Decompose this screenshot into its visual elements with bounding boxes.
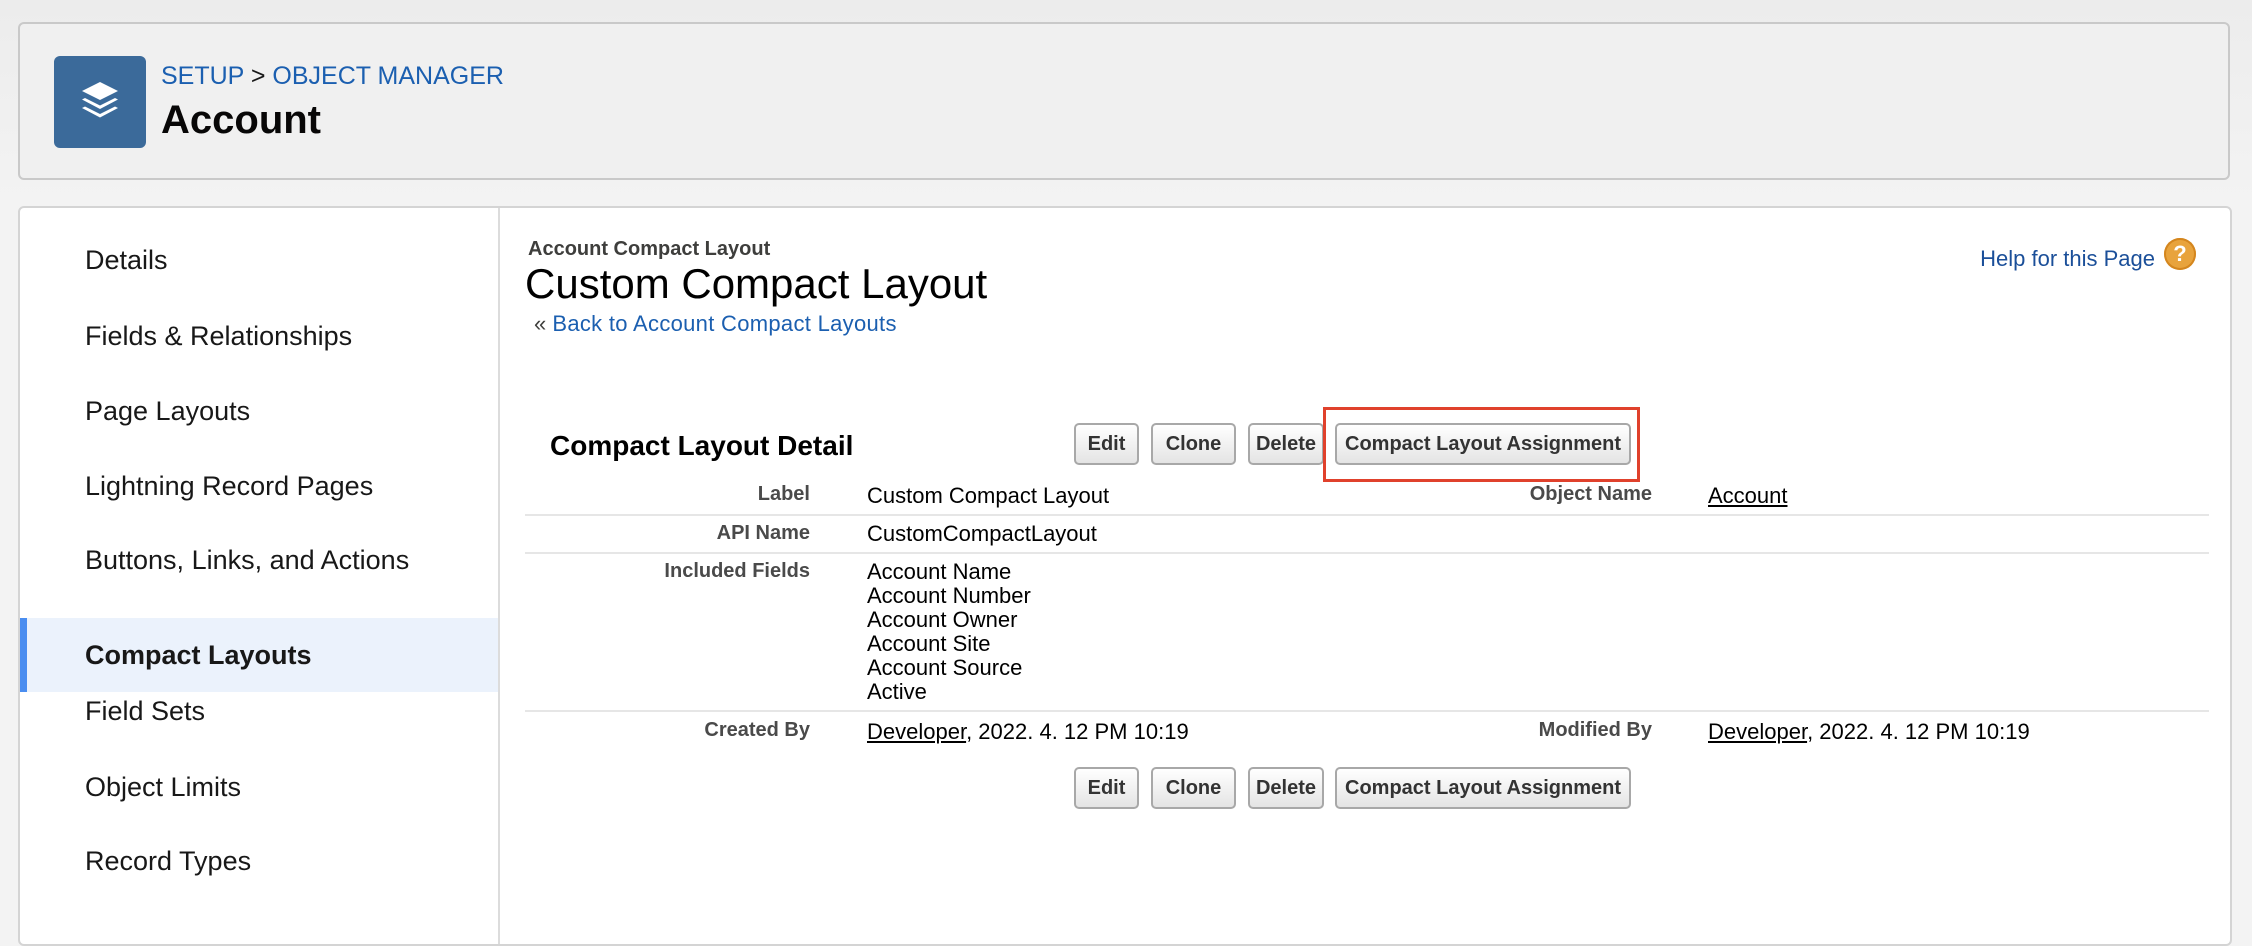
main-panel: Details Fields & Relationships Page Layo…: [18, 206, 2232, 946]
modified-by-user-link[interactable]: Developer: [1708, 719, 1807, 744]
highlight-box: [1323, 407, 1640, 482]
sidebar-item-object-limits[interactable]: Object Limits: [20, 750, 498, 824]
back-prefix: «: [534, 311, 547, 336]
back-link-container: « Back to Account Compact Layouts: [534, 311, 897, 337]
list-item: Account Number: [867, 583, 1031, 608]
sidebar-item-page-layouts[interactable]: Page Layouts: [20, 374, 498, 448]
breadcrumb-object-manager-link[interactable]: OBJECT MANAGER: [272, 62, 504, 90]
sidebar-item-field-sets[interactable]: Field Sets: [20, 674, 498, 748]
edit-button[interactable]: Edit: [1074, 423, 1139, 465]
breadcrumb-separator: >: [250, 62, 266, 90]
modified-by-date: , 2022. 4. 12 PM 10:19: [1807, 719, 2030, 744]
clone-button[interactable]: Clone: [1151, 423, 1236, 465]
object-type-label: Account Compact Layout: [528, 238, 771, 260]
delete-button-bottom[interactable]: Delete: [1248, 767, 1324, 809]
content-area: Account Compact Layout Custom Compact La…: [500, 208, 2230, 944]
row-divider: [525, 514, 2209, 516]
object-name-label: Object Name: [1529, 483, 1652, 505]
compact-layout-assignment-button-bottom[interactable]: Compact Layout Assignment: [1335, 767, 1631, 809]
included-fields-list: Account Name Account Number Account Owne…: [867, 560, 1031, 704]
sidebar: Details Fields & Relationships Page Layo…: [20, 208, 500, 944]
list-item: Account Site: [867, 631, 991, 656]
api-name-label: API Name: [716, 522, 810, 544]
modified-by-label: Modified By: [1538, 719, 1652, 741]
created-by-date: , 2022. 4. 12 PM 10:19: [966, 719, 1189, 744]
edit-button-bottom[interactable]: Edit: [1074, 767, 1139, 809]
row-divider: [525, 710, 2209, 712]
list-item: Account Name: [867, 559, 1012, 584]
delete-button[interactable]: Delete: [1248, 423, 1324, 465]
layout-title: Custom Compact Layout: [525, 260, 988, 307]
sidebar-item-fields-relationships[interactable]: Fields & Relationships: [20, 299, 498, 373]
created-by-value: Developer, 2022. 4. 12 PM 10:19: [867, 720, 1189, 744]
back-to-compact-layouts-link[interactable]: Back to Account Compact Layouts: [552, 311, 896, 336]
label-field-value: Custom Compact Layout: [867, 483, 1110, 508]
api-name-value: CustomCompactLayout: [867, 521, 1097, 546]
created-by-label: Created By: [704, 719, 810, 741]
row-divider: [525, 552, 2209, 554]
sidebar-item-buttons-links-actions[interactable]: Buttons, Links, and Actions: [20, 523, 498, 597]
object-name-link[interactable]: Account: [1708, 484, 1788, 508]
list-item: Account Owner: [867, 607, 1018, 632]
sidebar-item-record-types[interactable]: Record Types: [20, 824, 498, 898]
included-fields-label: Included Fields: [664, 560, 810, 582]
help-icon[interactable]: ?: [2164, 238, 2196, 270]
sidebar-item-details[interactable]: Details: [20, 223, 498, 297]
section-title: Compact Layout Detail: [550, 430, 854, 461]
help-for-this-page-link[interactable]: Help for this Page: [1980, 246, 2155, 272]
layers-icon: [54, 56, 146, 148]
breadcrumb: SETUP > OBJECT MANAGER: [161, 62, 504, 91]
label-field-label: Label: [757, 483, 810, 505]
object-header: SETUP > OBJECT MANAGER Account: [18, 22, 2230, 180]
clone-button-bottom[interactable]: Clone: [1151, 767, 1236, 809]
page-title: Account: [161, 98, 321, 142]
list-item: Active: [867, 679, 927, 704]
modified-by-value: Developer, 2022. 4. 12 PM 10:19: [1708, 720, 2030, 744]
created-by-user-link[interactable]: Developer: [867, 719, 966, 744]
list-item: Account Source: [867, 655, 1023, 680]
sidebar-item-lightning-record-pages[interactable]: Lightning Record Pages: [20, 449, 498, 523]
breadcrumb-setup-link[interactable]: SETUP: [161, 62, 244, 90]
